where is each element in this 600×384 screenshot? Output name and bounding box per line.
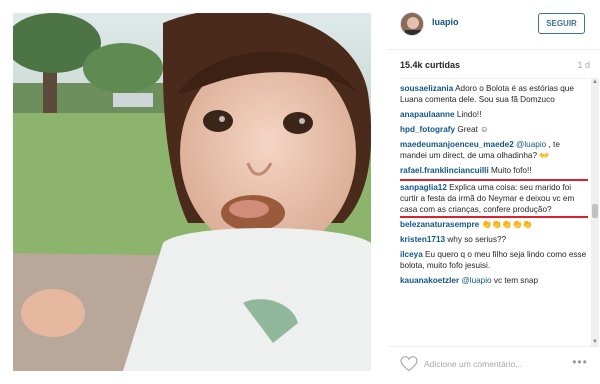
list-item: kristen1713 why so serius?? (400, 234, 588, 245)
list-item: anapaulaanne Lindo!! (400, 109, 588, 120)
comment-username[interactable]: rafael.franklinciancuilli (400, 166, 489, 175)
highlighted-comment: sanpaglia12 Explica uma coisa: seu marid… (400, 179, 588, 218)
list-item: maedeumanjoenceu_maede2 @luapio , te man… (400, 139, 588, 161)
likes-count[interactable]: 15.4k curtidas (400, 60, 460, 70)
comment-text: vc tem snap (491, 276, 539, 285)
comment-username[interactable]: kauanakoetzler (400, 276, 459, 285)
comments-scrollbar[interactable]: ▲ ▼ (591, 78, 599, 346)
comment-username[interactable]: belezanaturasempre (400, 220, 479, 229)
comment-username[interactable]: maedeumanjoenceu_maede2 (400, 140, 514, 149)
scroll-up-icon[interactable]: ▲ (591, 78, 599, 86)
more-options-icon[interactable]: ••• (570, 356, 590, 369)
comment-username[interactable]: sanpaglia12 (400, 183, 447, 192)
comment-username[interactable]: ilceya (400, 250, 423, 259)
comment-mention[interactable]: @luapio (514, 140, 546, 149)
comment-username[interactable]: anapaulaanne (400, 110, 455, 119)
list-item: kauanakoetzler @luapio vc tem snap (400, 275, 588, 286)
heart-icon[interactable] (400, 356, 418, 372)
list-item: belezanaturasempre 👏👏👏👏👏 (400, 219, 588, 230)
list-item: rafael.franklinciancuilli Muito fofo!! (400, 165, 588, 176)
comment-mention[interactable]: @luapio (459, 276, 491, 285)
comment-text: why so serius?? (445, 235, 507, 244)
list-item: hpd_fotografy Great ☺ (400, 124, 588, 135)
post-age: 1 d (577, 60, 590, 70)
list-item: ilceya Eu quero q o meu filho seja lindo… (400, 249, 588, 271)
comment-text: Lindo!! (454, 110, 482, 119)
follow-button[interactable]: SEGUIR (538, 13, 585, 34)
scroll-down-icon[interactable]: ▼ (591, 338, 599, 346)
comment-username[interactable]: kristen1713 (400, 235, 445, 244)
child-photo-image (13, 13, 371, 371)
post-photo[interactable] (13, 13, 371, 371)
comment-text: Eu quero q o meu filho seja lindo como e… (400, 250, 587, 270)
comment-input[interactable] (424, 355, 564, 373)
comment-footer: ••• (388, 346, 600, 384)
comment-text: Great ☺ (455, 125, 489, 134)
post-header: luapio SEGUIR (388, 0, 600, 50)
comments-list: sousaelizania Adoro o Bolota é as estóri… (400, 78, 588, 346)
post-details-panel: luapio SEGUIR 15.4k curtidas 1 d sousael… (388, 0, 600, 384)
username-link[interactable]: luapio (432, 17, 459, 27)
comment-username[interactable]: hpd_fotografy (400, 125, 455, 134)
comment-text: Muito fofo!! (488, 166, 532, 175)
comment-username[interactable]: sousaelizania (400, 84, 453, 93)
comment-text: 👏👏👏👏👏 (479, 220, 533, 229)
post-stats: 15.4k curtidas 1 d (400, 60, 590, 76)
avatar[interactable] (400, 12, 424, 36)
list-item: sousaelizania Adoro o Bolota é as estóri… (400, 83, 588, 105)
scroll-thumb[interactable] (592, 204, 598, 218)
